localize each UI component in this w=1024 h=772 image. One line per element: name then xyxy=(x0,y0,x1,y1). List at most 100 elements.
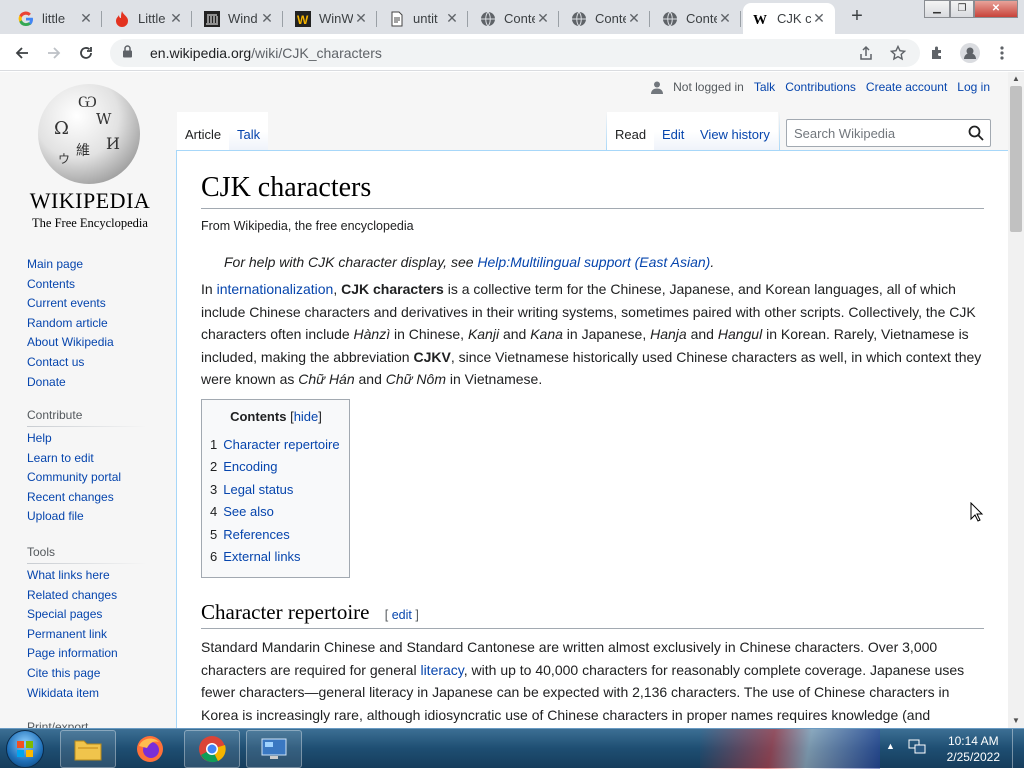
toc-link[interactable]: References xyxy=(223,527,289,542)
close-tab-icon[interactable]: ✕ xyxy=(168,10,184,27)
sidebar-item-donate[interactable]: Donate xyxy=(27,373,157,393)
contributions-link[interactable]: Contributions xyxy=(785,80,856,94)
close-tab-icon[interactable]: ✕ xyxy=(444,10,460,27)
browser-tab[interactable]: W WinW ✕ xyxy=(285,3,377,34)
toc-item[interactable]: 1 Character repertoire xyxy=(210,434,342,457)
profile-button[interactable] xyxy=(957,40,983,66)
browser-tab[interactable]: untit ✕ xyxy=(379,3,468,34)
browser-tab[interactable]: Little ✕ xyxy=(104,3,192,34)
close-tab-icon[interactable]: ✕ xyxy=(78,10,94,27)
wikipedia-logo[interactable]: Ѡ Ω W 維 И ウ WIKIPEDIA The Free Encyclope… xyxy=(20,84,160,230)
network-icon[interactable] xyxy=(908,739,926,755)
bookmark-button[interactable] xyxy=(885,40,911,66)
share-button[interactable] xyxy=(853,40,879,66)
taskbar-firefox[interactable] xyxy=(122,730,178,768)
sidebar-heading-contribute: Contribute xyxy=(27,408,83,422)
scroll-down-arrow-icon[interactable]: ▼ xyxy=(1012,716,1020,725)
toc-item[interactable]: 3 Legal status xyxy=(210,479,342,502)
browser-tab[interactable]: Conte✕ xyxy=(470,3,559,34)
sidebar-item-contents[interactable]: Contents xyxy=(27,275,157,295)
menu-button[interactable] xyxy=(989,40,1015,66)
sidebar-item-permanent-link[interactable]: Permanent link xyxy=(27,625,157,645)
start-button[interactable] xyxy=(6,730,44,768)
toc-link[interactable]: Encoding xyxy=(223,459,277,474)
puzzle-icon xyxy=(932,46,941,59)
close-tab-icon[interactable]: ✕ xyxy=(811,10,827,27)
close-tab-icon[interactable]: ✕ xyxy=(353,10,369,27)
tab-talk[interactable]: Talk xyxy=(229,112,269,151)
sidebar-item-community-portal[interactable]: Community portal xyxy=(27,468,157,488)
minimize-window-button[interactable]: ▁ xyxy=(924,0,950,18)
internationalization-link[interactable]: internationalization xyxy=(217,281,334,297)
close-tab-icon[interactable]: ✕ xyxy=(259,10,275,27)
sidebar-item-related-changes[interactable]: Related changes xyxy=(27,586,157,606)
clock-time: 10:14 AM xyxy=(947,734,999,748)
toc-link[interactable]: Legal status xyxy=(223,482,293,497)
back-button[interactable] xyxy=(9,40,35,66)
sidebar-item-main-page[interactable]: Main page xyxy=(27,255,157,275)
toc-item[interactable]: 5 References xyxy=(210,524,342,547)
sidebar-item-special-pages[interactable]: Special pages xyxy=(27,605,157,625)
sidebar-item-contact-us[interactable]: Contact us xyxy=(27,353,157,373)
browser-tab[interactable]: little ✕ xyxy=(8,3,102,34)
show-desktop-button[interactable] xyxy=(1012,729,1024,769)
toc-item[interactable]: 6 External links xyxy=(210,546,342,569)
sidebar-item-help[interactable]: Help xyxy=(27,429,157,449)
new-tab-button[interactable]: + xyxy=(845,6,869,28)
toc-link[interactable]: Character repertoire xyxy=(223,437,339,452)
toc-link[interactable]: See also xyxy=(223,504,274,519)
tab-edit[interactable]: Edit xyxy=(654,112,693,151)
hatnote-link[interactable]: Help:Multilingual support (East Asian) xyxy=(477,254,710,270)
close-tab-icon[interactable]: ✕ xyxy=(717,10,733,27)
chrome-icon xyxy=(199,736,226,763)
sidebar-item-what-links-here[interactable]: What links here xyxy=(27,566,157,586)
log-in-link[interactable]: Log in xyxy=(957,80,990,94)
sidebar-item-page-information[interactable]: Page information xyxy=(27,644,157,664)
sidebar-item-upload-file[interactable]: Upload file xyxy=(27,507,157,527)
arrow-right-icon xyxy=(48,47,61,59)
scroll-up-arrow-icon[interactable]: ▲ xyxy=(1012,74,1020,83)
show-hidden-icons-icon[interactable]: ▲ xyxy=(886,741,895,751)
sidebar-item-recent-changes[interactable]: Recent changes xyxy=(27,488,157,508)
monitor-icon xyxy=(261,738,287,759)
sidebar-item-about-wikipedia[interactable]: About Wikipedia xyxy=(27,333,157,353)
sidebar-item-current-events[interactable]: Current events xyxy=(27,294,157,314)
browser-tab[interactable]: Conte✕ xyxy=(652,3,741,34)
search-icon[interactable] xyxy=(968,125,984,141)
mouse-cursor-icon xyxy=(970,502,984,522)
close-tab-icon[interactable]: ✕ xyxy=(626,10,642,27)
close-tab-icon[interactable]: ✕ xyxy=(535,10,551,27)
toc-item[interactable]: 2 Encoding xyxy=(210,456,342,479)
search-input[interactable]: Search Wikipedia xyxy=(786,119,991,147)
forward-button[interactable] xyxy=(41,40,67,66)
extensions-button[interactable] xyxy=(925,40,951,66)
tab-article[interactable]: Article xyxy=(177,112,230,151)
create-account-link[interactable]: Create account xyxy=(866,80,947,94)
scrollbar-thumb[interactable] xyxy=(1010,86,1022,232)
reload-button[interactable] xyxy=(73,40,99,66)
page-scrollbar[interactable]: ▲ ▼ xyxy=(1008,72,1024,728)
browser-tab[interactable]: Wind ✕ xyxy=(194,3,283,34)
toc-item[interactable]: 4 See also xyxy=(210,501,342,524)
sidebar-item-wikidata-item[interactable]: Wikidata item xyxy=(27,684,157,704)
tab-title: little xyxy=(42,11,66,26)
sidebar-item-cite-this-page[interactable]: Cite this page xyxy=(27,664,157,684)
toc-link[interactable]: External links xyxy=(223,549,300,564)
user-talk-link[interactable]: Talk xyxy=(754,80,775,94)
literacy-link[interactable]: literacy xyxy=(420,662,463,678)
sidebar-item-learn-to-edit[interactable]: Learn to edit xyxy=(27,449,157,469)
browser-tab[interactable]: W CJK c ✕ xyxy=(743,3,835,34)
browser-tab[interactable]: Conte✕ xyxy=(561,3,650,34)
sidebar-item-random-article[interactable]: Random article xyxy=(27,314,157,334)
toc-hide-link[interactable]: hide xyxy=(294,409,319,424)
clock[interactable]: 10:14 AM 2/25/2022 xyxy=(947,733,1000,765)
restore-window-button[interactable]: ❐ xyxy=(950,0,974,18)
tab-read[interactable]: Read xyxy=(607,112,655,151)
taskbar-control-panel[interactable] xyxy=(246,730,302,768)
address-bar[interactable]: en.wikipedia.org/wiki/CJK_characters xyxy=(110,39,920,67)
taskbar-chrome[interactable] xyxy=(184,730,240,768)
edit-section-link[interactable]: edit xyxy=(392,608,412,622)
tab-view-history[interactable]: View history xyxy=(692,112,778,151)
taskbar-explorer[interactable] xyxy=(60,730,116,768)
close-window-button[interactable]: ✕ xyxy=(974,0,1018,18)
